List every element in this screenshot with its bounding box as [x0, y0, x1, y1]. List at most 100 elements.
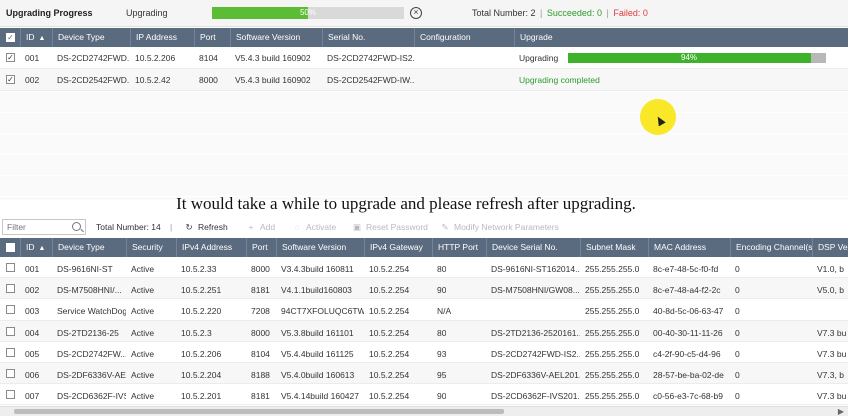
header-upgrade[interactable]: Upgrade — [514, 28, 848, 47]
cell-mac: c4-2f-90-c5-d4-96 — [653, 348, 721, 359]
cell-http-port: 93 — [437, 348, 447, 359]
upgrade-summary: Total Number: 2 | Succeeded: 0 | Failed:… — [472, 8, 648, 18]
upgrade-progress-panel: Upgrading Progress Upgrading 50% × Total… — [0, 0, 848, 27]
header-serial-no[interactable]: Device Serial No. — [486, 238, 580, 257]
cell-gateway: 10.5.2.254 — [369, 327, 410, 338]
scroll-right-icon[interactable]: ▶ — [838, 407, 844, 416]
table-row[interactable]: 001 DS-9616NI-ST Active 10.5.2.33 8000 V3.4.3… — [0, 257, 848, 279]
cell-dsp: V1.0, b — [817, 264, 844, 274]
cell-id: 003 — [25, 306, 40, 317]
header-port[interactable]: Port — [246, 238, 276, 257]
row-checkbox[interactable] — [6, 263, 15, 272]
select-all-header[interactable]: ✓ — [0, 28, 22, 47]
table-row[interactable]: 003 Service WatchDog Active 10.5.2.220 7208 9… — [0, 299, 848, 321]
row-checkbox[interactable] — [6, 305, 15, 315]
header-subnet-mask[interactable]: Subnet Mask — [580, 238, 648, 257]
cell-software: V5.4.0build 160613 — [281, 370, 355, 380]
header-port[interactable]: Port — [194, 28, 230, 47]
cell-gateway: 10.5.2.254 — [369, 370, 410, 380]
cell-software: V4.1.1build160803 — [281, 285, 352, 296]
header-configuration[interactable]: Configuration — [414, 28, 514, 47]
reset-password-button[interactable]: ▣ Reset Password — [352, 222, 428, 233]
cell-serial: DS-M7508HNI/GW08... — [491, 285, 580, 296]
cell-gateway: 10.5.2.254 — [369, 348, 410, 359]
sort-up-icon: ▲ — [38, 245, 46, 252]
table-row[interactable]: 006 DS-2DF6336V-AEL Active 10.5.2.204 8188 V5… — [0, 363, 848, 385]
cell-http-port: 80 — [437, 264, 447, 274]
cell-channels: 0 — [735, 391, 740, 402]
cell-http-port: 80 — [437, 327, 447, 338]
select-all-checkbox[interactable]: ✓ — [6, 33, 15, 42]
cell-mac: c0-56-e3-7c-68-b9 — [653, 391, 723, 402]
header-mac-address[interactable]: MAC Address — [648, 238, 730, 257]
header-id[interactable]: ID ▲ — [20, 28, 52, 47]
table-row[interactable]: 004 DS-2TD2136-25 Active 10.5.2.3 8000 V5.3.8… — [0, 320, 848, 342]
activate-button[interactable]: ◌ Activate — [292, 222, 336, 232]
row-checkbox[interactable]: ✓ — [6, 75, 15, 84]
row-checkbox[interactable] — [6, 369, 15, 378]
cell-security: Active — [131, 327, 155, 338]
header-dsp-version[interactable]: DSP Ve — [812, 238, 848, 257]
cell-security: Active — [131, 348, 155, 359]
cell-port: 8000 — [251, 264, 270, 274]
header-device-type[interactable]: Device Type — [52, 238, 126, 257]
table-row[interactable]: 002 DS-M7508HNI/... Active 10.5.2.251 8181 V4… — [0, 278, 848, 300]
cell-mac: 00-40-30-11-11-26 — [653, 327, 723, 338]
cell-dsp: V7.3 bu — [817, 348, 847, 359]
cell-ipv4: 10.5.2.251 — [181, 285, 222, 296]
search-icon[interactable] — [72, 222, 81, 231]
header-software-version[interactable]: Software Version — [230, 28, 322, 47]
cell-serial: DS-2CD2542FWD-IW... — [327, 75, 414, 85]
header-ipv4-gateway[interactable]: IPv4 Gateway — [364, 238, 432, 257]
cell-device-type: DS-M7508HNI/... — [57, 285, 122, 296]
cell-device-type: DS-2CD2742FW... — [57, 348, 126, 359]
edit-icon: ✎ — [441, 222, 449, 232]
table-row[interactable]: 007 DS-2CD6362F-IVS Active 10.5.2.201 8181 V5… — [0, 384, 848, 406]
device-manager-window: Upgrading Progress Upgrading 50% × Total… — [0, 0, 848, 416]
select-all-checkbox[interactable] — [6, 243, 15, 252]
row-checkbox[interactable]: ✓ — [6, 53, 15, 62]
cell-device-type: DS-2CD6362F-IVS — [57, 391, 126, 402]
header-encoding-channels[interactable]: Encoding Channel(s) — [730, 238, 812, 257]
cell-software: V5.4.3 build 160902 — [235, 53, 311, 63]
header-device-type[interactable]: Device Type — [52, 28, 130, 47]
plus-icon: + — [248, 222, 254, 232]
upgrade-notice-text: It would take a while to upgrade and ple… — [176, 194, 636, 213]
table-row[interactable]: ✓ 001 DS-2CD2742FWD... 10.5.2.206 8104 V… — [0, 47, 848, 69]
refresh-button[interactable]: ↻ Refresh — [184, 222, 227, 233]
row-checkbox[interactable] — [6, 326, 15, 336]
header-ip-address[interactable]: IP Address — [130, 28, 194, 47]
upgrade-progress-title: Upgrading Progress — [6, 8, 93, 18]
row-checkbox[interactable] — [6, 284, 15, 294]
cell-software: V5.3.8build 161101 — [281, 327, 354, 338]
cell-mac: 8c-e7-48-a4-f2-2c — [653, 285, 721, 296]
close-circle-icon[interactable]: × — [410, 7, 422, 19]
row-upgrade-progress-bar: 94% — [568, 53, 826, 63]
cell-port: 8104 — [251, 348, 270, 359]
cell-ipv4: 10.5.2.3 — [181, 327, 212, 338]
cell-dsp: V7.3 bu — [817, 327, 847, 338]
horizontal-scrollbar[interactable]: ▶ — [0, 406, 848, 416]
table-row[interactable]: ✓ 002 DS-2CD2542FWD... 10.5.2.42 8000 V5… — [0, 69, 848, 91]
cell-dsp: V5.0, b — [817, 285, 844, 296]
upgrade-status-label: Upgrading — [126, 8, 168, 18]
bulb-icon: ◌ — [294, 222, 300, 232]
cell-software: V5.4.3 build 160902 — [235, 75, 311, 85]
cell-ipv4: 10.5.2.220 — [181, 306, 222, 317]
header-id[interactable]: ID ▲ — [20, 238, 52, 257]
lock-icon: ▣ — [352, 222, 362, 232]
add-button[interactable]: + Add — [246, 222, 276, 232]
cell-device-type: DS-2DF6336V-AEL — [57, 370, 126, 380]
header-serial-no[interactable]: Serial No. — [322, 28, 414, 47]
cell-device-type: DS-2TD2136-25 — [57, 327, 119, 338]
scroll-thumb[interactable] — [14, 409, 504, 414]
select-all-header[interactable] — [0, 238, 22, 257]
header-ipv4-address[interactable]: IPv4 Address — [176, 238, 246, 257]
header-http-port[interactable]: HTTP Port — [432, 238, 486, 257]
row-checkbox[interactable] — [6, 347, 15, 357]
row-checkbox[interactable] — [6, 390, 15, 400]
header-software-version[interactable]: Software Version — [276, 238, 364, 257]
modify-network-button[interactable]: ✎ Modify Network Parameters — [440, 222, 558, 233]
header-security[interactable]: Security — [126, 238, 176, 257]
table-row[interactable]: 005 DS-2CD2742FW... Active 10.5.2.206 8104 V5… — [0, 341, 848, 363]
